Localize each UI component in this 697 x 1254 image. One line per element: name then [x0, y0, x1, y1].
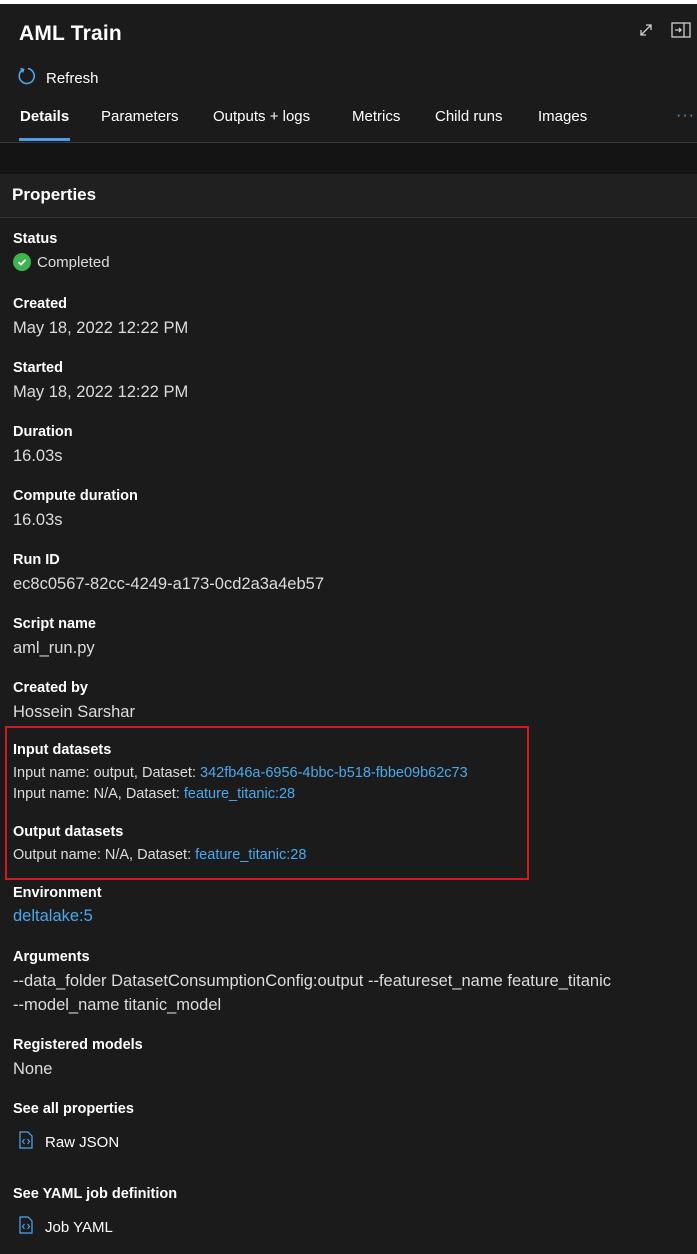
script-name-field: Script name aml_run.py [13, 615, 96, 659]
tab-parameters[interactable]: Parameters [101, 108, 179, 125]
compute-duration-value: 16.03s [13, 511, 63, 529]
input-datasets-field: Input datasets Input name: output, Datas… [13, 741, 468, 805]
refresh-label: Refresh [46, 69, 99, 87]
refresh-button[interactable]: Refresh [17, 66, 99, 90]
arguments-line-2: --model_name titanic_model [13, 996, 222, 1014]
tab-images[interactable]: Images [538, 108, 587, 125]
output-datasets-field: Output datasets Output name: N/A, Datase… [13, 823, 306, 866]
input-dataset-prefix: Input name: N/A, Dataset: [13, 786, 184, 802]
arguments-line-1: --data_folder DatasetConsumptionConfig:o… [13, 972, 612, 990]
status-label: Status [13, 231, 58, 247]
environment-label: Environment [13, 885, 102, 901]
check-circle-icon [13, 253, 31, 271]
status-badge: Completed [13, 253, 110, 271]
status-field: Status Completed [13, 230, 110, 271]
created-by-field: Created by Hossein Sarshar [13, 679, 135, 723]
expand-icon[interactable] [639, 23, 653, 37]
input-dataset-row: Input name: output, Dataset: 342fb46a-69… [13, 763, 468, 784]
window-controls [639, 22, 691, 38]
arguments-field: Arguments --data_folder DatasetConsumpti… [13, 948, 611, 1016]
code-file-icon [19, 1131, 33, 1153]
job-yaml-link[interactable]: Job YAML [19, 1216, 177, 1238]
raw-json-link[interactable]: Raw JSON [19, 1131, 134, 1153]
started-value: May 18, 2022 12:22 PM [13, 383, 189, 401]
created-value: May 18, 2022 12:22 PM [13, 319, 189, 337]
open-side-panel-icon[interactable] [671, 22, 691, 38]
registered-models-label: Registered models [13, 1037, 143, 1053]
tab-details[interactable]: Details [20, 108, 69, 125]
properties-heading: Properties [12, 185, 97, 204]
see-all-properties-label: See all properties [13, 1101, 134, 1117]
environment-link[interactable]: deltalake:5 [13, 905, 102, 927]
spacer-strip [0, 143, 697, 174]
registered-models-value: None [13, 1060, 53, 1078]
active-tab-indicator [19, 138, 70, 141]
duration-field: Duration 16.03s [13, 423, 73, 467]
started-field: Started May 18, 2022 12:22 PM [13, 359, 188, 403]
duration-label: Duration [13, 424, 73, 440]
run-details-panel: AML Train Refresh Details Parameters Out… [0, 4, 697, 1254]
compute-duration-label: Compute duration [13, 488, 138, 504]
see-all-properties-field: See all properties Raw JSON [13, 1100, 134, 1153]
registered-models-field: Registered models None [13, 1036, 143, 1080]
tab-bar: Details Parameters Outputs + logs Metric… [0, 100, 697, 143]
code-file-icon [19, 1216, 33, 1238]
arguments-label: Arguments [13, 949, 90, 965]
properties-header[interactable]: Properties [0, 174, 697, 218]
job-yaml-label: Job YAML [45, 1218, 113, 1236]
environment-field: Environment deltalake:5 [13, 884, 102, 927]
created-by-label: Created by [13, 680, 88, 696]
more-tabs-icon[interactable]: ··· [676, 107, 695, 125]
started-label: Started [13, 360, 63, 376]
panel-title: AML Train [19, 22, 122, 45]
input-datasets-label: Input datasets [13, 742, 112, 758]
raw-json-label: Raw JSON [45, 1133, 120, 1151]
output-dataset-row: Output name: N/A, Dataset: feature_titan… [13, 845, 306, 866]
script-name-value: aml_run.py [13, 639, 95, 657]
compute-duration-field: Compute duration 16.03s [13, 487, 138, 531]
output-dataset-prefix: Output name: N/A, Dataset: [13, 847, 196, 863]
duration-value: 16.03s [13, 447, 63, 465]
input-dataset-row: Input name: N/A, Dataset: feature_titani… [13, 784, 468, 805]
see-yaml-field: See YAML job definition Job YAML [13, 1185, 177, 1238]
run-id-field: Run ID ec8c0567-82cc-4249-a173-0cd2a3a4e… [13, 551, 324, 595]
run-id-label: Run ID [13, 552, 60, 568]
created-label: Created [13, 296, 67, 312]
status-value: Completed [37, 253, 110, 271]
output-dataset-link[interactable]: feature_titanic:28 [195, 847, 306, 863]
refresh-icon [17, 66, 37, 90]
tab-outputs-logs[interactable]: Outputs + logs [213, 108, 310, 125]
tab-metrics[interactable]: Metrics [352, 108, 400, 125]
see-yaml-label: See YAML job definition [13, 1186, 178, 1202]
input-dataset-link[interactable]: feature_titanic:28 [184, 786, 295, 802]
run-id-value: ec8c0567-82cc-4249-a173-0cd2a3a4eb57 [13, 575, 324, 593]
created-by-value: Hossein Sarshar [13, 703, 135, 721]
created-field: Created May 18, 2022 12:22 PM [13, 295, 188, 339]
input-dataset-prefix: Input name: output, Dataset: [13, 765, 201, 781]
input-dataset-link[interactable]: 342fb46a-6956-4bbc-b518-fbbe09b62c73 [200, 765, 468, 781]
script-name-label: Script name [13, 616, 96, 632]
tab-child-runs[interactable]: Child runs [435, 108, 503, 125]
output-datasets-label: Output datasets [13, 824, 124, 840]
